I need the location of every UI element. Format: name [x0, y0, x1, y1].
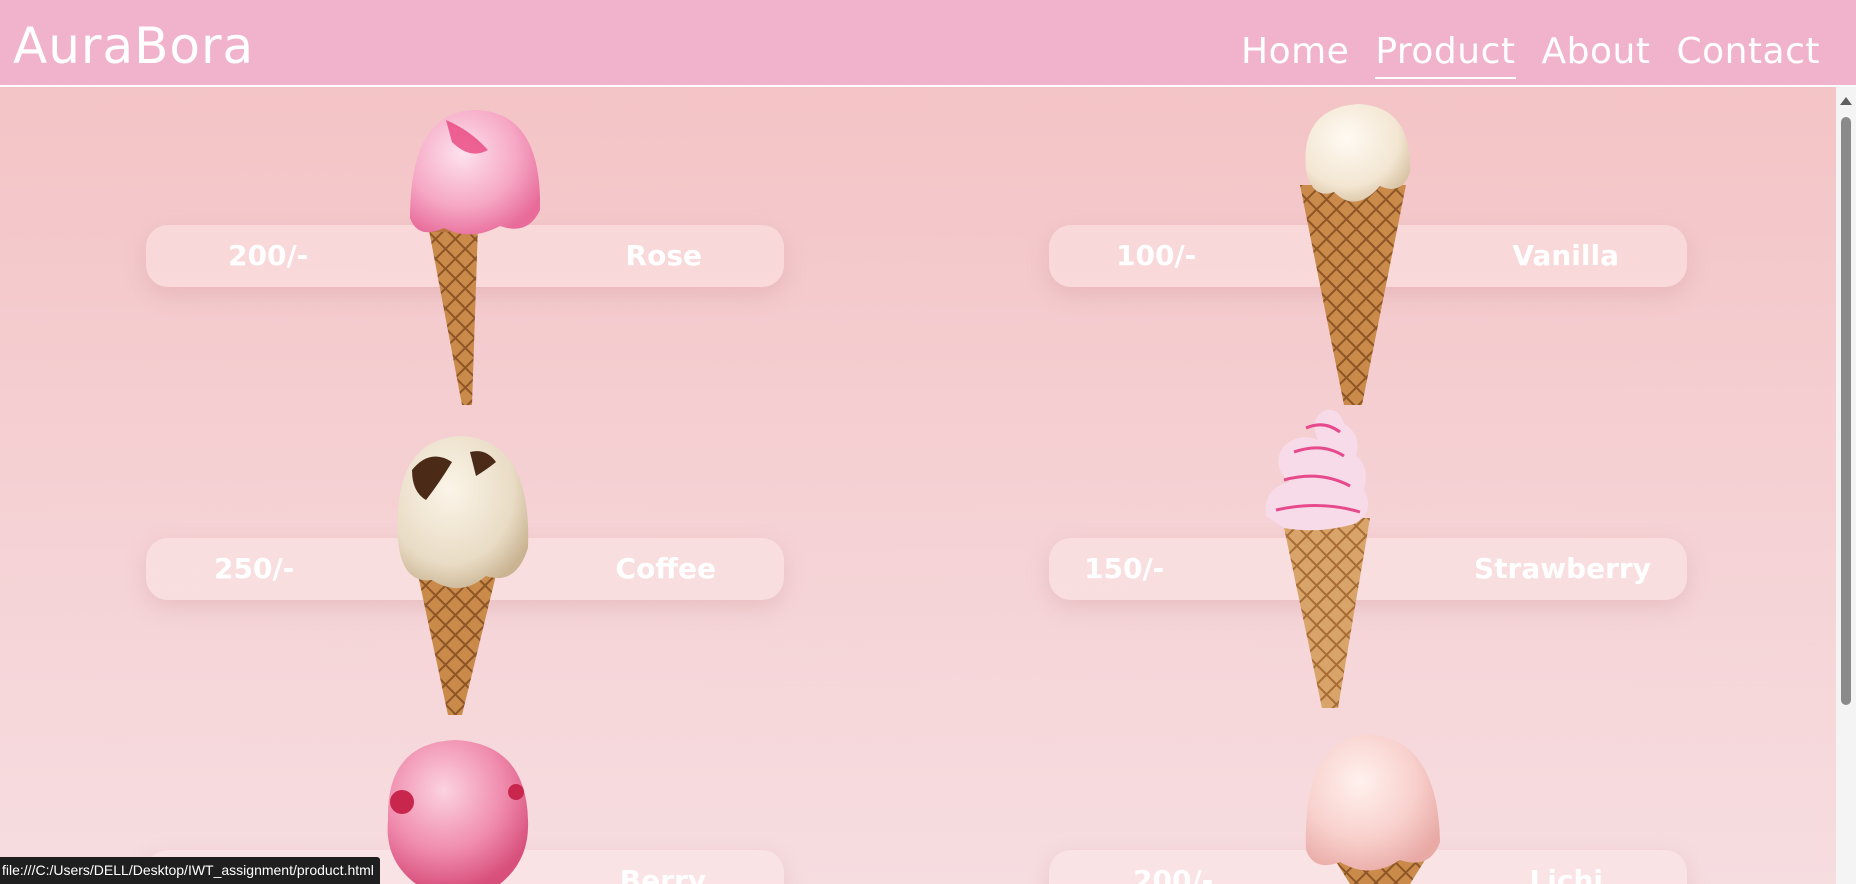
- product-card[interactable]: 150/- Strawberry: [1049, 538, 1687, 600]
- product-name: Coffee: [615, 552, 716, 585]
- site-header: AuraBora Home Product About Contact: [0, 0, 1856, 87]
- main-nav: Home Product About Contact: [1241, 28, 1820, 79]
- product-card[interactable]: 200/- Rose: [146, 225, 784, 287]
- product-card[interactable]: 250/- Coffee: [146, 538, 784, 600]
- nav-home[interactable]: Home: [1241, 28, 1349, 79]
- browser-status-url: file:///C:/Users/DELL/Desktop/IWT_assign…: [0, 857, 380, 884]
- product-name: Strawberry: [1473, 552, 1651, 585]
- scroll-thumb[interactable]: [1841, 117, 1851, 705]
- nav-product[interactable]: Product: [1375, 28, 1516, 79]
- product-name: Rose: [625, 239, 702, 272]
- product-price: 150/-: [1084, 552, 1165, 585]
- product-price: 250/-: [214, 552, 295, 585]
- nav-contact[interactable]: Contact: [1676, 28, 1820, 79]
- product-price: 200/-: [228, 239, 309, 272]
- product-card[interactable]: 100/- Vanilla: [1049, 225, 1687, 287]
- product-name: Berry: [619, 864, 706, 884]
- product-name: Lichi: [1529, 864, 1603, 884]
- product-card[interactable]: 200/- Lichi: [1049, 850, 1687, 884]
- ice-cream-illustrations: [387, 104, 1440, 884]
- product-price: 200/-: [1133, 864, 1214, 884]
- product-name: Vanilla: [1512, 239, 1619, 272]
- nav-about[interactable]: About: [1542, 28, 1651, 79]
- scroll-up-arrow-icon[interactable]: [1840, 97, 1852, 105]
- vertical-scrollbar[interactable]: [1836, 87, 1856, 884]
- site-logo[interactable]: AuraBora: [13, 14, 254, 78]
- product-price: 100/-: [1116, 239, 1197, 272]
